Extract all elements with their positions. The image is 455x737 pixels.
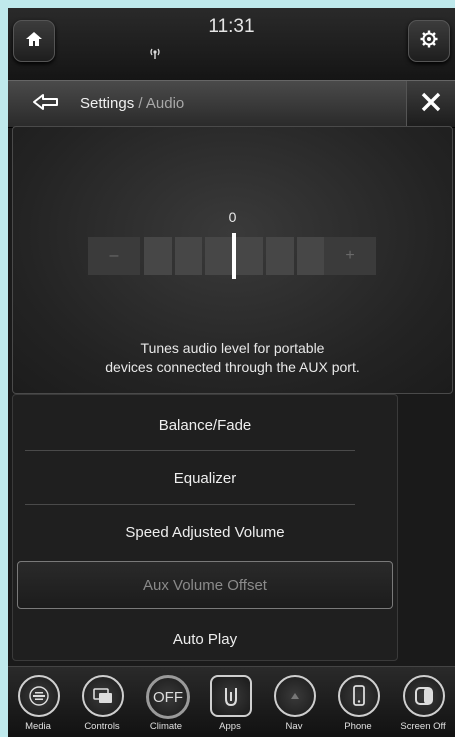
title-bar: Settings / Audio (8, 80, 455, 128)
dock-label: Apps (219, 721, 241, 732)
breadcrumb-separator: / (134, 95, 146, 112)
dock-label: Climate (149, 721, 183, 732)
divider (25, 450, 355, 451)
list-item-balance-fade[interactable]: Balance/Fade (13, 399, 397, 451)
bottom-dock: Media Controls OFF Climate Apps Nav Phon… (8, 666, 455, 737)
close-button[interactable] (406, 81, 455, 127)
increase-button[interactable]: + (324, 237, 376, 275)
phone-icon (338, 675, 380, 717)
back-button[interactable] (20, 87, 72, 121)
dock-apps[interactable]: Apps (200, 667, 260, 737)
dock-controls[interactable]: Controls (72, 667, 132, 737)
dock-screen-off[interactable]: Screen Off (393, 667, 453, 737)
nav-icon (274, 675, 316, 717)
divider (25, 504, 355, 505)
head-unit-screen: 11:31 Settings / Audio 0 – + Tunes audio… (8, 8, 455, 737)
back-arrow-icon (32, 93, 60, 116)
screen-off-icon (403, 675, 445, 717)
list-item-speed-adjusted-volume[interactable]: Speed Adjusted Volume (13, 506, 397, 558)
clock: 11:31 (208, 16, 255, 37)
dock-nav[interactable]: Nav (264, 667, 324, 737)
breadcrumb-settings[interactable]: Settings (80, 95, 134, 112)
settings-button[interactable] (408, 20, 450, 62)
panel-description: Tunes audio level for portable devices c… (105, 340, 360, 375)
dock-label: Nav (285, 721, 303, 732)
list-item-aux-volume-offset[interactable]: Aux Volume Offset (17, 561, 393, 609)
breadcrumb: Settings / Audio (80, 95, 184, 112)
status-bar: 11:31 (8, 8, 455, 80)
list-item-equalizer[interactable]: Equalizer (13, 452, 397, 504)
dock-label: Screen Off (400, 721, 446, 732)
breadcrumb-current: Audio (145, 95, 185, 112)
dock-climate[interactable]: OFF Climate (136, 667, 196, 737)
audio-settings-list: Balance/Fade Equalizer Speed Adjusted Vo… (12, 394, 398, 661)
dock-label: Controls (84, 721, 120, 732)
slider-segment (174, 237, 202, 275)
list-item-auto-play[interactable]: Auto Play (13, 613, 397, 665)
slider-value: 0 (228, 209, 237, 225)
dock-label: Media (25, 721, 51, 732)
close-icon (420, 91, 442, 118)
apps-icon (210, 675, 252, 717)
slider-segment (296, 237, 324, 275)
controls-icon (82, 675, 124, 717)
slider-segment (205, 237, 233, 275)
slider-thumb[interactable] (232, 233, 236, 279)
gear-icon (419, 29, 439, 54)
decrease-button[interactable]: – (88, 237, 140, 275)
climate-icon: OFF (146, 675, 190, 719)
dock-media[interactable]: Media (8, 667, 68, 737)
aux-offset-panel: 0 – + Tunes audio level for portable dev… (12, 126, 453, 394)
radio-signal-icon (148, 46, 162, 64)
media-icon (18, 675, 60, 717)
slider-segment (144, 237, 172, 275)
aux-offset-slider[interactable]: – + (88, 233, 376, 279)
dock-phone[interactable]: Phone (328, 667, 388, 737)
slider-segment (266, 237, 294, 275)
slider-segment (235, 237, 263, 275)
dock-label: Phone (344, 721, 372, 732)
